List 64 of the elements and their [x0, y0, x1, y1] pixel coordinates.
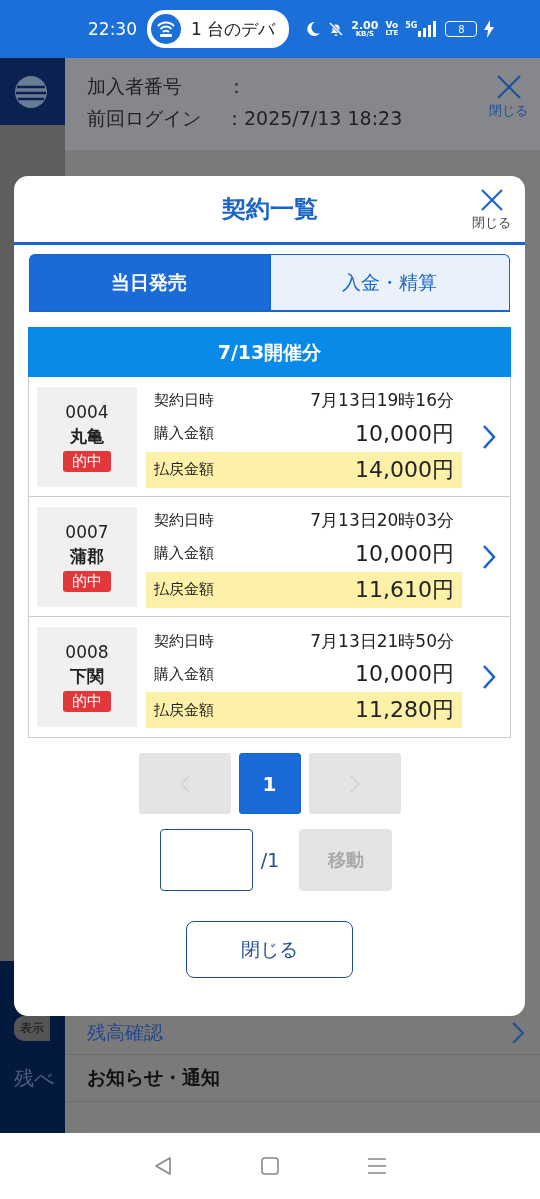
page-number-field[interactable]: [159, 829, 253, 891]
chevron-right-icon[interactable]: [512, 1021, 524, 1044]
chevron-right-icon: [482, 423, 496, 450]
venue-name: 蒲郡: [70, 544, 104, 568]
field-label: 購入金額: [154, 664, 214, 684]
field-label: 契約日時: [154, 511, 214, 530]
close-button[interactable]: 閉じる: [186, 921, 353, 978]
last-login-label: 前回ログイン: [87, 106, 202, 131]
battery-indicator: 8: [445, 21, 478, 37]
clock-time: 22:30: [88, 19, 137, 39]
result-badge: 的中: [63, 570, 111, 592]
last-login-value: ：2025/7/13 18:23: [225, 106, 403, 131]
field-value: 11,610円: [355, 575, 454, 604]
separator-text: ：: [227, 74, 246, 99]
page-total: /1: [260, 849, 280, 871]
date-banner: 7/13開催分: [28, 327, 511, 377]
muted-bell-icon: [328, 21, 345, 37]
close-icon: [479, 188, 504, 212]
section-heading: お知らせ・通知: [87, 1065, 220, 1090]
modal-title: 契約一覧: [221, 194, 318, 225]
field-value: 7月13日19時16分: [310, 389, 454, 412]
globe-logo-icon: [14, 74, 48, 109]
field-value: 10,000円: [355, 419, 454, 448]
venue-name: 丸亀: [70, 424, 104, 448]
field-label: 契約日時: [154, 391, 214, 410]
notification-pill[interactable]: 1 台のデバ: [147, 10, 290, 48]
network-type: 5G: [405, 21, 418, 30]
wifi-icon: [151, 14, 181, 44]
field-label: 払戻金額: [154, 580, 214, 599]
race-number: 0007: [65, 521, 109, 542]
contract-card[interactable]: 0007 蒲郡 的中 契約日時 7月13日20時03分 購入金額 10,000円 払戻金額 11,610円: [29, 497, 510, 617]
field-label: 契約日時: [154, 631, 214, 651]
race-number: 0004: [65, 401, 109, 422]
charging-bolt-icon: [484, 20, 495, 38]
venue-name: 下関: [70, 665, 104, 688]
contract-card[interactable]: 0004 丸亀 的中 契約日時 7月13日19時16分 購入金額 10,000円 払戻金額 14,000円: [29, 377, 510, 497]
field-value: 7月13日20時03分: [310, 509, 454, 532]
field-value: 10,000円: [355, 660, 454, 688]
home-icon[interactable]: [260, 1156, 280, 1176]
field-value: 7月13日21時50分: [310, 629, 454, 653]
sidebar-text: 残べ: [14, 1065, 55, 1092]
field-label: 購入金額: [154, 544, 214, 563]
race-number: 0008: [65, 642, 109, 662]
field-value: 11,280円: [355, 696, 454, 724]
moon-icon: [305, 21, 322, 37]
field-value: 14,000円: [355, 455, 454, 484]
field-value: 10,000円: [355, 539, 454, 568]
chevron-right-icon: [482, 543, 496, 570]
menu-icon[interactable]: [366, 1157, 387, 1175]
back-icon[interactable]: [153, 1156, 174, 1176]
chevron-right-icon: [482, 664, 496, 690]
signal-icon: [418, 21, 439, 37]
contract-card[interactable]: 0008 下関 的中 契約日時 7月13日21時50分 購入金額 10,000円 払戻金額 11,280円: [29, 617, 510, 737]
page-button[interactable]: 1: [238, 753, 301, 814]
result-badge: 的中: [63, 450, 111, 472]
tab[interactable]: 入金・精算: [269, 254, 510, 310]
close-button[interactable]: 閉じる: [472, 188, 511, 232]
member-number-label: 加入者番号: [87, 74, 183, 99]
result-badge: 的中: [63, 691, 111, 712]
close-icon: [495, 74, 522, 100]
tab[interactable]: 当日発売: [29, 254, 270, 310]
field-label: 払戻金額: [154, 460, 214, 479]
field-label: 購入金額: [154, 424, 214, 443]
field-label: 払戻金額: [154, 700, 214, 720]
